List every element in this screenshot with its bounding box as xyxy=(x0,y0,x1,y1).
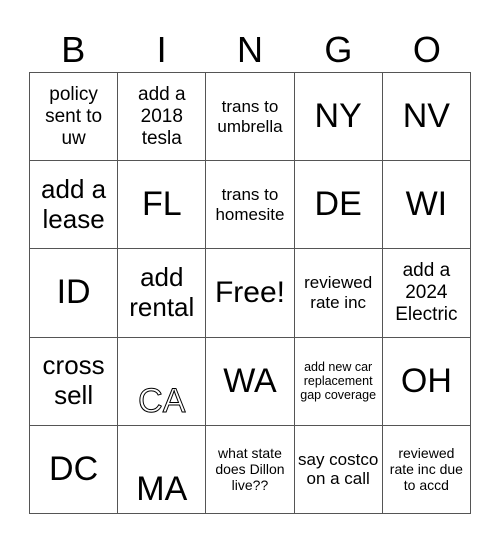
bingo-cell[interactable]: reviewed rate inc due to accd xyxy=(381,424,472,515)
bingo-cell[interactable]: NV xyxy=(381,71,472,162)
bingo-cell[interactable]: what state does Dillon live?? xyxy=(205,424,295,515)
bingo-cell[interactable]: add a lease xyxy=(28,160,119,250)
bingo-cell[interactable]: trans to homesite xyxy=(205,160,295,250)
bingo-cell[interactable]: add rental xyxy=(117,248,207,338)
bingo-row: add a lease FL trans to homesite DE WI xyxy=(28,160,472,250)
free-space-cell[interactable]: Free! xyxy=(205,248,295,338)
bingo-cell[interactable]: add a 2018 tesla xyxy=(117,71,207,162)
bingo-cell[interactable]: policy sent to uw xyxy=(28,71,119,162)
header-letter-b: B xyxy=(61,29,86,70)
header-letter-g: G xyxy=(324,29,353,70)
header-letter-n: N xyxy=(237,29,264,70)
bingo-cell[interactable]: FL xyxy=(117,160,207,250)
bingo-cell[interactable]: add new car replacement gap coverage xyxy=(293,336,383,426)
bingo-cell[interactable]: WI xyxy=(381,160,472,250)
bingo-cell[interactable]: NY xyxy=(293,71,383,162)
bingo-row: policy sent to uw add a 2018 tesla trans… xyxy=(28,71,472,162)
bingo-row: DC MA what state does Dillon live?? say … xyxy=(28,424,472,515)
bingo-cell[interactable]: CA xyxy=(117,336,207,426)
bingo-cell[interactable]: cross sell xyxy=(28,336,119,426)
bingo-cell[interactable]: WA xyxy=(205,336,295,426)
bingo-cell[interactable]: trans to umbrella xyxy=(205,71,295,162)
bingo-cell[interactable]: add a 2024 Electric xyxy=(381,248,472,338)
bingo-cell[interactable]: reviewed rate inc xyxy=(293,248,383,338)
bingo-grid: policy sent to uw add a 2018 tesla trans… xyxy=(28,71,472,515)
bingo-cell[interactable]: DC xyxy=(28,424,119,515)
bingo-cell[interactable]: DE xyxy=(293,160,383,250)
bingo-cell[interactable]: MA xyxy=(117,424,207,515)
header-letter-o: O xyxy=(412,29,441,70)
bingo-cell[interactable]: ID xyxy=(28,248,119,338)
bingo-header: B I N G O xyxy=(29,28,471,72)
bingo-row: cross sell CA WA add new car replacement… xyxy=(28,336,472,426)
bingo-cell[interactable]: say costco on a call xyxy=(293,424,383,515)
header-letter-i: I xyxy=(156,29,167,70)
bingo-row: ID add rental Free! reviewed rate inc ad… xyxy=(28,248,472,338)
bingo-cell[interactable]: OH xyxy=(381,336,472,426)
